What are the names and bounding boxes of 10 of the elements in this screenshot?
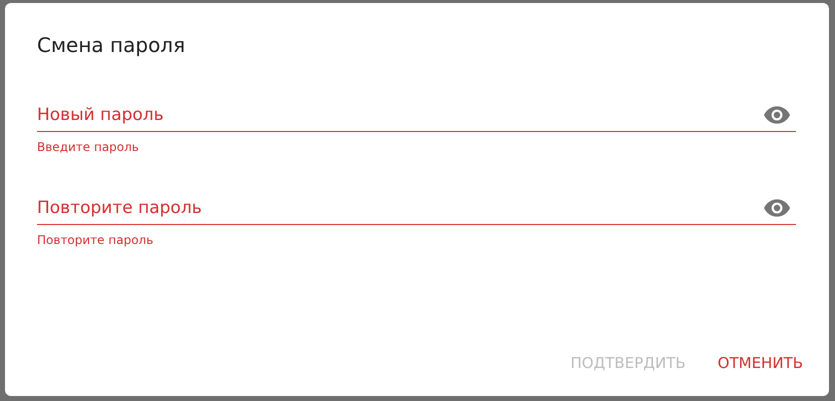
field-label: Повторите пароль xyxy=(37,198,202,218)
field-label: Новый пароль xyxy=(37,105,164,125)
dialog-button[interactable]: ОТМЕНИТЬ xyxy=(710,350,811,376)
password-field[interactable]: Новый пароль xyxy=(37,105,796,132)
dialog-title: Смена пароля xyxy=(37,33,186,59)
field-hint: Повторите пароль xyxy=(37,233,154,247)
field-hint: Введите пароль xyxy=(37,140,140,154)
eye-icon[interactable] xyxy=(764,199,790,217)
password-field[interactable]: Повторите пароль xyxy=(37,198,796,225)
eye-icon[interactable] xyxy=(764,106,790,124)
